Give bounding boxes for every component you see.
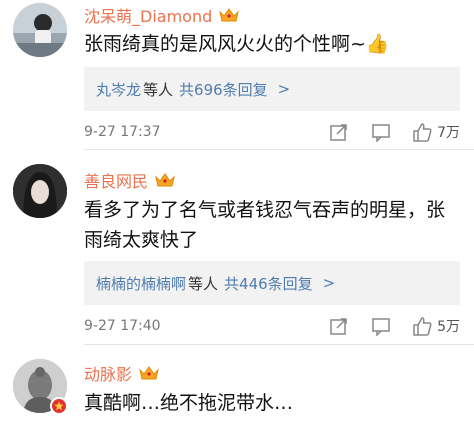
comment-text: 张雨绮真的是风风火火的个性啊~👍 <box>84 33 390 55</box>
username-label[interactable]: 沈呆萌_Diamond <box>84 3 212 27</box>
share-icon[interactable] <box>329 122 349 142</box>
timestamp: 9-27 17:40 <box>84 318 161 334</box>
comment-icon[interactable] <box>371 122 391 142</box>
comment-text: 真酷啊…绝不拖泥带水… <box>84 392 294 414</box>
reply-names[interactable]: 丸岑龙 <box>96 79 141 100</box>
username-label[interactable]: 善良网民 <box>84 168 148 192</box>
like-button[interactable]: 7万 <box>411 121 460 143</box>
crown-icon <box>155 173 175 187</box>
comment-item: 沈呆萌_Diamond 张雨绮真的是风风火火的个性啊~👍 丸岑龙 等人 共696… <box>0 0 474 150</box>
thumbs-up-icon <box>413 123 432 142</box>
comment-item: 善良网民 看多了为了名气或者钱忍气吞声的明星，张雨绮太爽快了 楠楠的楠楠啊 等人… <box>0 150 474 345</box>
like-button[interactable]: 5万 <box>411 315 460 337</box>
like-count: 5万 <box>437 319 460 335</box>
reply-suffix: 等人 <box>143 80 174 99</box>
username-label[interactable]: 动脉影 <box>84 361 132 385</box>
reply-count[interactable]: 共446条回复 <box>224 273 313 294</box>
avatar[interactable] <box>13 3 67 57</box>
comment-icon[interactable] <box>371 316 391 336</box>
crown-icon <box>139 366 159 380</box>
avatar-dark-hair-icon <box>13 164 67 218</box>
reply-count[interactable]: 共696条回复 <box>179 79 268 100</box>
crown-icon <box>219 8 240 22</box>
comment-item: 动脉影 真酷啊…绝不拖泥带水… <box>0 345 474 423</box>
share-icon[interactable] <box>329 316 349 336</box>
comment-meta: 9-27 17:40 5万 <box>84 314 460 338</box>
thumbs-up-icon <box>413 317 432 336</box>
avatar-girl-icon <box>13 3 67 57</box>
verified-badge-icon <box>50 397 68 415</box>
avatar[interactable] <box>13 164 67 218</box>
chevron-right-icon: > <box>322 274 336 292</box>
reply-summary[interactable]: 楠楠的楠楠啊 等人 共446条回复 > <box>84 261 460 305</box>
reply-summary[interactable]: 丸岑龙 等人 共696条回复 > <box>84 67 460 111</box>
comment-meta: 9-27 17:37 7万 <box>84 120 460 144</box>
timestamp: 9-27 17:37 <box>84 124 161 140</box>
chevron-right-icon: > <box>277 80 291 98</box>
username[interactable]: 善良网民 <box>84 168 176 192</box>
username[interactable]: 动脉影 <box>84 361 160 385</box>
reply-suffix: 等人 <box>188 274 219 293</box>
reply-names[interactable]: 楠楠的楠楠啊 <box>96 273 186 294</box>
comment-text: 看多了为了名气或者钱忍气吞声的明星，张雨绮太爽快了 <box>84 199 446 251</box>
like-count: 7万 <box>437 125 460 141</box>
username[interactable]: 沈呆萌_Diamond <box>84 3 240 27</box>
